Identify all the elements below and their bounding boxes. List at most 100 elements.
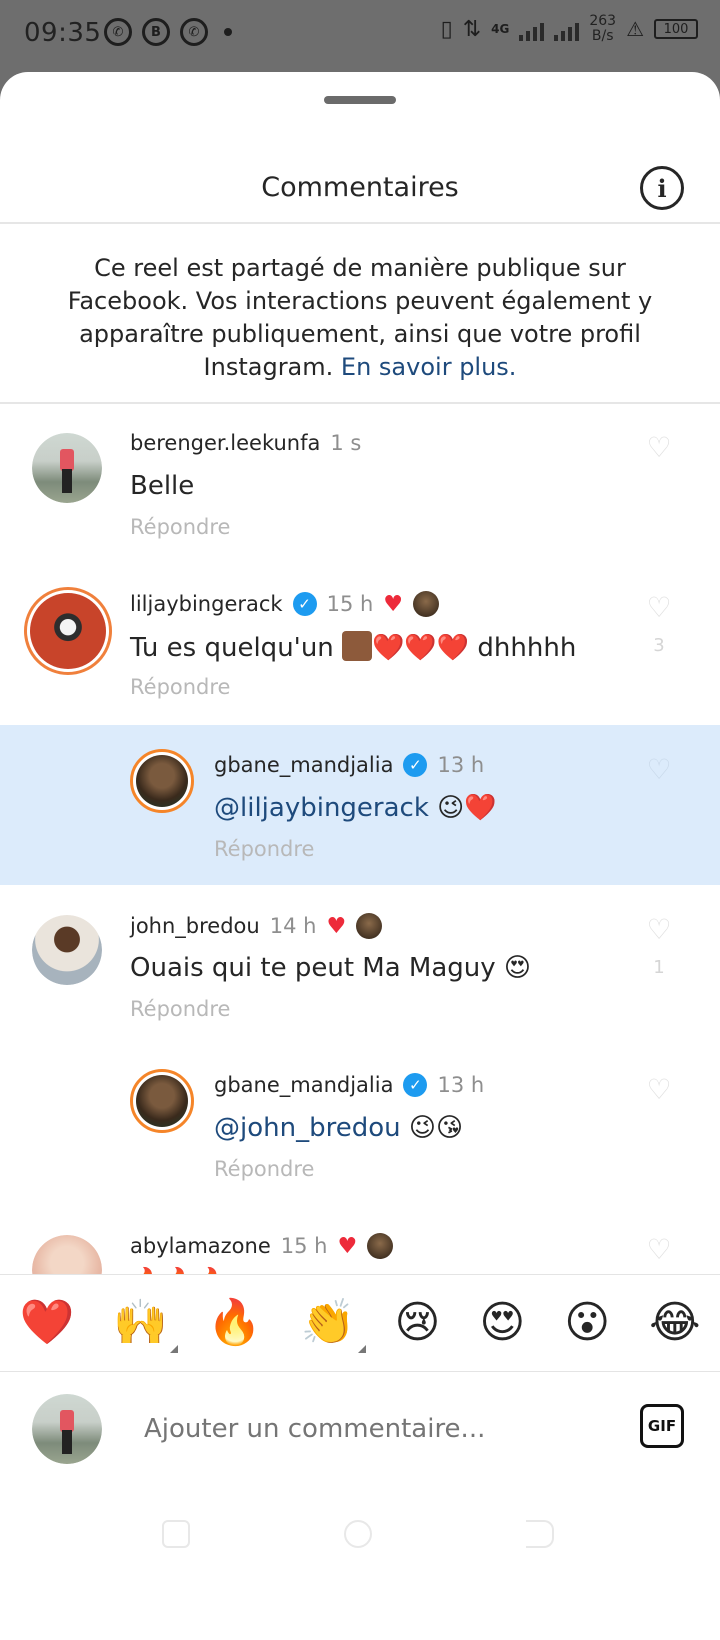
verified-badge-icon: ✓ bbox=[403, 753, 428, 777]
emoji-crying-button[interactable]: 😢 bbox=[395, 1301, 441, 1345]
comment-time: 15 h bbox=[280, 1234, 328, 1258]
comment-header: berenger.leekunfa 1 s bbox=[130, 431, 361, 455]
comment-item: john_bredou 14 h ♥ Ouais qui te peut Ma … bbox=[0, 885, 720, 1045]
emoji-surprised-button[interactable]: 😮 bbox=[564, 1301, 610, 1345]
avatar[interactable] bbox=[32, 433, 102, 503]
whatsapp-icon: ✆ bbox=[104, 18, 132, 46]
username[interactable]: berenger.leekunfa bbox=[130, 431, 320, 455]
emoji-heart-eyes-button[interactable]: 😍 bbox=[479, 1301, 525, 1345]
comment-text: @john_bredou 😉😘 bbox=[214, 1113, 464, 1143]
comment-input[interactable] bbox=[144, 1414, 564, 1444]
comment-header: gbane_mandjalia ✓ 13 h bbox=[214, 753, 484, 777]
emoji-clapping-button[interactable]: 👏 bbox=[301, 1301, 366, 1353]
mention-link[interactable]: @john_bredou bbox=[214, 1113, 401, 1143]
like-heart-icon[interactable]: ♡ bbox=[644, 1073, 674, 1106]
vibrate-icon: ▯ bbox=[440, 16, 453, 42]
quick-emoji-bar: ❤️ 🙌 🔥 👏 😢 😍 😮 😂 bbox=[0, 1274, 720, 1372]
like-count: 3 bbox=[653, 635, 665, 656]
comment-header: gbane_mandjalia ✓ 13 h bbox=[214, 1073, 484, 1097]
like-heart-icon[interactable]: ♡ bbox=[644, 913, 674, 946]
signal-icon-2 bbox=[554, 17, 580, 41]
skin-tone-indicator-icon bbox=[170, 1345, 179, 1353]
creator-mini-avatar bbox=[413, 591, 440, 617]
verified-badge-icon: ✓ bbox=[292, 592, 317, 616]
comment-item: berenger.leekunfa 1 s Belle Répondre ♡ bbox=[0, 403, 720, 563]
creator-mini-avatar bbox=[356, 913, 383, 939]
comment-time: 14 h bbox=[269, 914, 317, 938]
like-heart-icon[interactable]: ♡ bbox=[644, 1233, 674, 1266]
back-icon[interactable] bbox=[526, 1520, 554, 1548]
battery-icon: 100 bbox=[654, 19, 698, 39]
avatar[interactable] bbox=[32, 1235, 102, 1275]
creator-liked-heart-icon: ♥ bbox=[383, 591, 404, 617]
username[interactable]: gbane_mandjalia bbox=[214, 1073, 393, 1097]
gif-button[interactable]: GIF bbox=[640, 1404, 684, 1448]
comment-composer: GIF bbox=[0, 1372, 720, 1482]
comment-header: john_bredou 14 h ♥ bbox=[130, 913, 383, 939]
like-heart-icon[interactable]: ♡ bbox=[644, 591, 674, 624]
home-icon[interactable] bbox=[344, 1520, 372, 1548]
reply-button[interactable]: Répondre bbox=[130, 515, 230, 539]
learn-more-link[interactable]: En savoir plus. bbox=[341, 353, 517, 381]
username[interactable]: abylamazone bbox=[130, 1234, 271, 1258]
verified-badge-icon: ✓ bbox=[403, 1073, 428, 1097]
current-user-avatar bbox=[32, 1394, 102, 1464]
avatar[interactable] bbox=[130, 749, 194, 813]
mention-link[interactable]: @liljaybingerack bbox=[214, 793, 429, 823]
emoji-raising-hands-button[interactable]: 🙌 bbox=[113, 1301, 179, 1353]
comment-item: liljaybingerack ✓ 15 h ♥ Tu es quelqu'un… bbox=[0, 563, 720, 723]
comments-sheet: Commentaires i Ce reel est partagé de ma… bbox=[0, 72, 720, 1640]
comment-reply-item: gbane_mandjalia ✓ 13 h @john_bredou 😉😘 R… bbox=[0, 1045, 720, 1205]
comment-text: Tu es quelqu'un ❤️❤️❤️ dhhhhh bbox=[130, 631, 577, 663]
comment-time: 15 h bbox=[326, 592, 374, 616]
comment-time: 13 h bbox=[437, 1073, 485, 1097]
status-time: 09:35 bbox=[24, 18, 102, 48]
recent-apps-icon[interactable] bbox=[162, 1520, 190, 1548]
comment-text: Ouais qui te peut Ma Maguy 😍 bbox=[130, 953, 532, 983]
emoji-fire-button[interactable]: 🔥 bbox=[207, 1301, 262, 1345]
drag-handle[interactable] bbox=[324, 96, 396, 104]
reply-button[interactable]: Répondre bbox=[130, 675, 230, 699]
like-count: 1 bbox=[653, 957, 665, 978]
reply-button[interactable]: Répondre bbox=[214, 1157, 314, 1181]
comment-reply-item: gbane_mandjalia ✓ 13 h @liljaybingerack … bbox=[0, 725, 720, 885]
username[interactable]: john_bredou bbox=[130, 914, 260, 938]
more-notifications-dot-icon bbox=[224, 28, 232, 36]
warning-icon: ⚠ bbox=[626, 17, 644, 41]
comment-header: liljaybingerack ✓ 15 h ♥ bbox=[130, 591, 440, 617]
info-icon[interactable]: i bbox=[640, 166, 684, 210]
notification-icons: ✆ B ✆ bbox=[104, 18, 232, 46]
like-heart-icon[interactable]: ♡ bbox=[644, 431, 674, 464]
comment-text: Belle bbox=[130, 471, 195, 501]
status-bar: 09:35 ✆ B ✆ ▯ ⇅ 4G 263 B/s ⚠ 100 bbox=[0, 0, 720, 72]
avatar[interactable] bbox=[32, 915, 102, 985]
brown-square-emoji bbox=[342, 631, 373, 661]
username[interactable]: liljaybingerack bbox=[130, 592, 283, 616]
comment-text: @liljaybingerack 😉❤️ bbox=[214, 793, 497, 823]
creator-liked-heart-icon: ♥ bbox=[337, 1233, 358, 1259]
avatar[interactable] bbox=[130, 1069, 194, 1133]
system-icons: ▯ ⇅ 4G 263 B/s ⚠ 100 bbox=[441, 14, 698, 44]
comment-time: 1 s bbox=[330, 431, 362, 455]
signal-icon bbox=[519, 17, 545, 41]
whatsapp-business-icon: B bbox=[142, 18, 170, 46]
avatar[interactable] bbox=[24, 587, 112, 675]
network-speed: 263 B/s bbox=[589, 13, 617, 44]
network-type: 4G bbox=[491, 22, 510, 36]
comment-time: 13 h bbox=[437, 753, 485, 777]
comment-item: abylamazone 15 h ♥ 🔥🔥🔥 ♡ bbox=[0, 1205, 720, 1275]
username[interactable]: gbane_mandjalia bbox=[214, 753, 393, 777]
whatsapp-icon: ✆ bbox=[180, 18, 208, 46]
emoji-laughing-button[interactable]: 😂 bbox=[649, 1301, 700, 1345]
creator-mini-avatar bbox=[367, 1233, 394, 1259]
page-title: Commentaires bbox=[261, 172, 459, 203]
reply-button[interactable]: Répondre bbox=[130, 997, 230, 1021]
sharing-notice: Ce reel est partagé de manière publique … bbox=[67, 254, 653, 381]
skin-tone-indicator-icon bbox=[357, 1345, 366, 1353]
like-heart-icon[interactable]: ♡ bbox=[644, 753, 674, 786]
reply-button[interactable]: Répondre bbox=[214, 837, 314, 861]
system-nav-bar bbox=[0, 1512, 720, 1572]
emoji-heart-button[interactable]: ❤️ bbox=[19, 1301, 74, 1345]
comment-header: abylamazone 15 h ♥ bbox=[130, 1233, 394, 1259]
creator-liked-heart-icon: ♥ bbox=[326, 913, 347, 939]
